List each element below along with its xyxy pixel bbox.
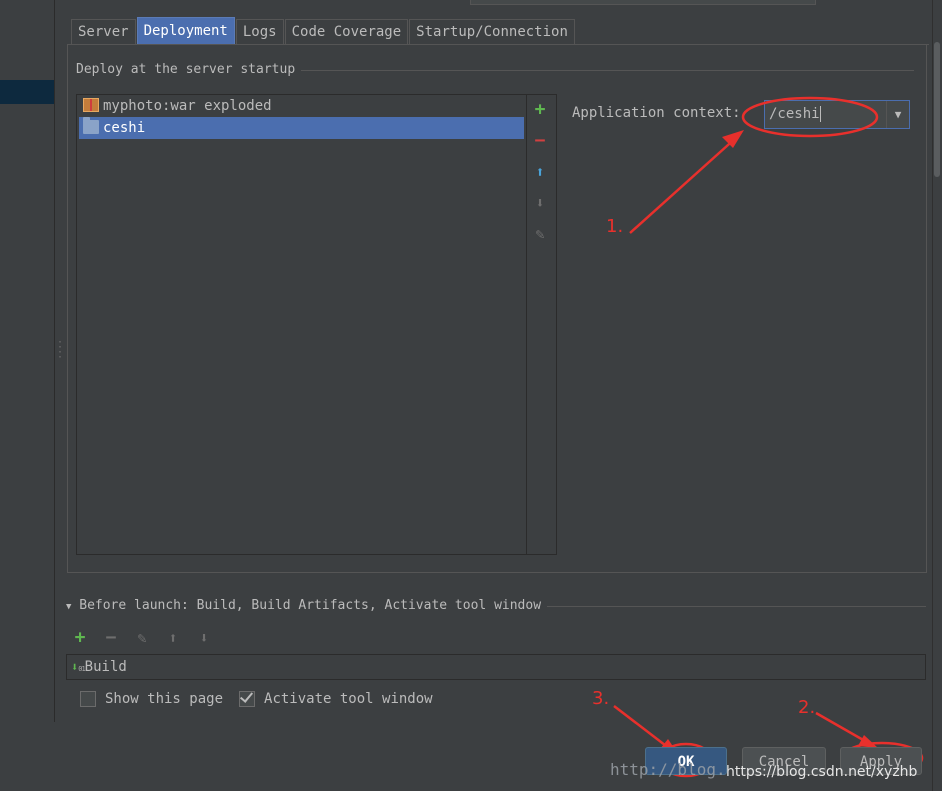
show-page-checkbox[interactable] [80, 691, 96, 707]
move-down-icon[interactable]: ⬇ [194, 628, 214, 648]
add-icon[interactable]: + [70, 628, 90, 648]
annotation-label-1: 1. [606, 216, 624, 237]
annotation-label-3: 3. [592, 688, 610, 709]
list-item-label: Build [84, 659, 127, 675]
activate-tool-window-checkbox[interactable] [239, 691, 256, 707]
before-launch-title: Before launch: Build, Build Artifacts, A… [79, 598, 542, 613]
remove-icon[interactable]: − [101, 628, 121, 648]
annotation-circle-context [741, 96, 879, 138]
before-launch-toggle[interactable]: ▼ Before launch: Build, Build Artifacts,… [66, 598, 548, 613]
before-launch-list[interactable]: ⬇01Build [66, 654, 926, 680]
activate-tool-window-label: Activate tool window [264, 691, 433, 707]
edit-icon[interactable]: ✎ [132, 628, 152, 648]
move-up-icon[interactable]: ⬆ [163, 628, 183, 648]
annotation-label-2: 2. [798, 697, 816, 718]
list-item[interactable]: ⬇01Build [71, 657, 127, 677]
annotation-arrow-1 [629, 135, 739, 234]
collapse-triangle-icon[interactable]: ▼ [66, 602, 71, 612]
watermark: http://blog. [610, 760, 726, 779]
options-row: Show this page Activate tool window [80, 689, 449, 709]
before-launch-toolbar: + − ✎ ⬆ ⬇ [70, 628, 225, 648]
annotation-arrowhead-1 [722, 130, 744, 148]
show-page-label: Show this page [105, 691, 224, 707]
watermark-url: https://blog.csdn.net/xyzhb [726, 764, 918, 780]
